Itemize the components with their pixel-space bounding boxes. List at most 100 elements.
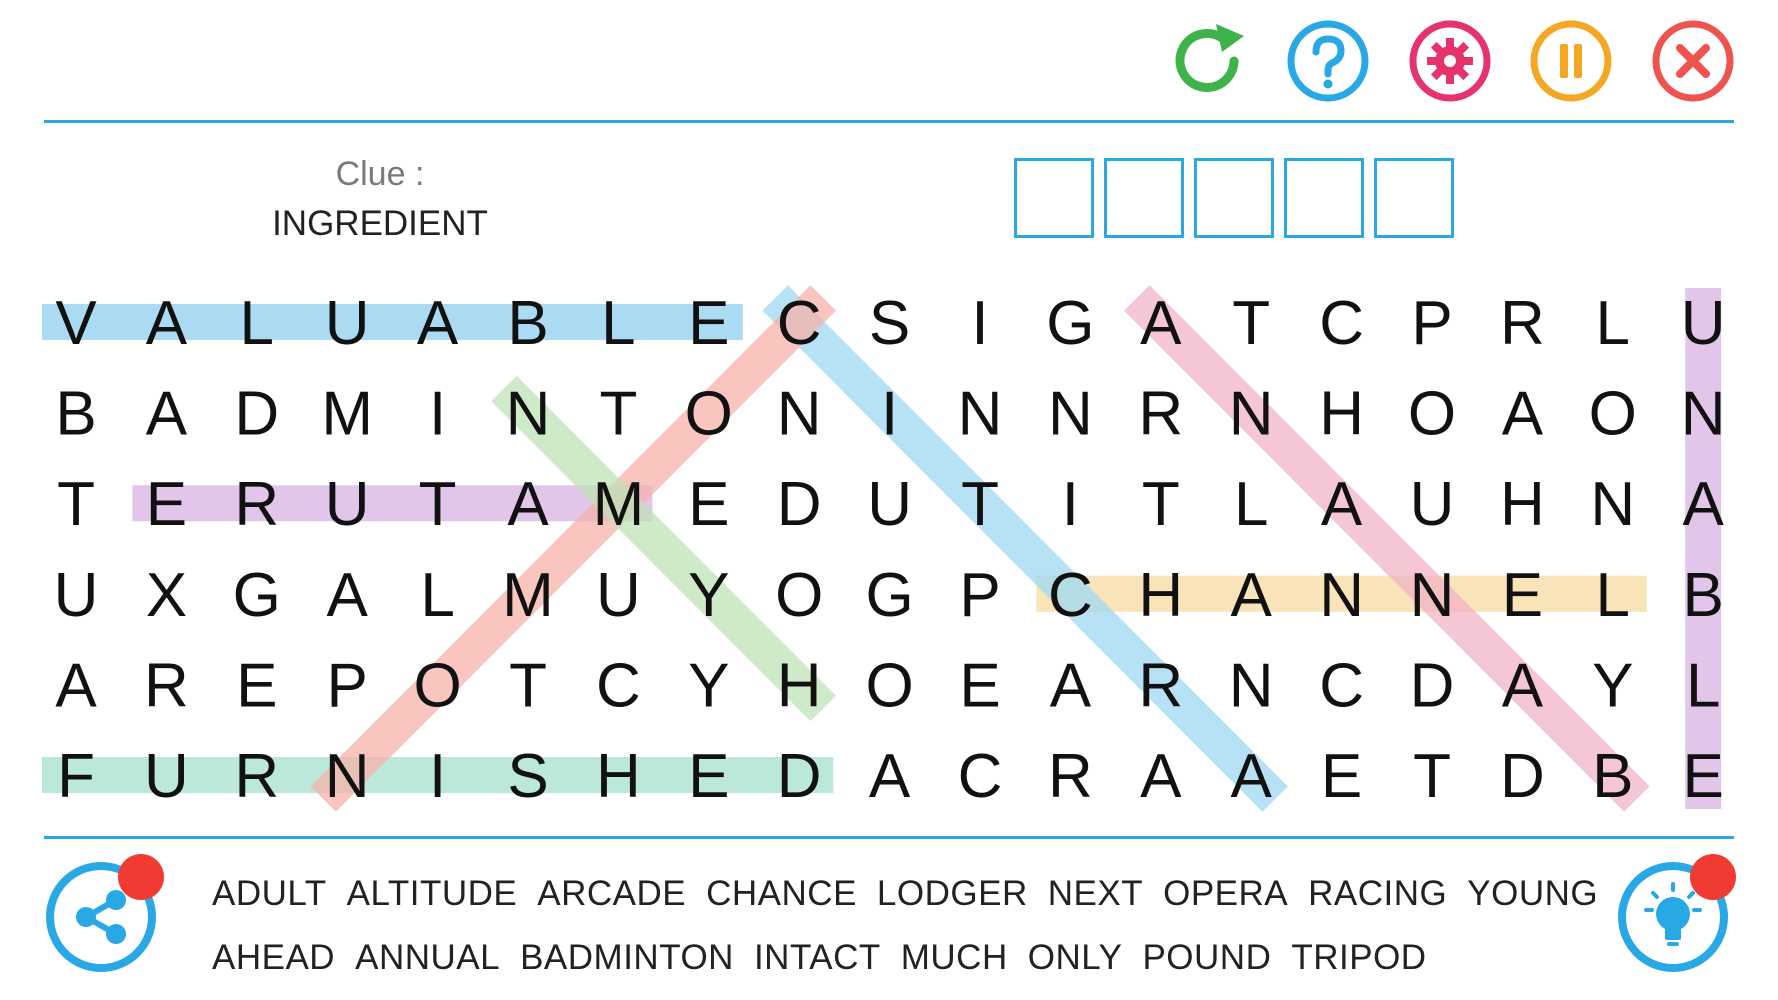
grid-letter[interactable]: H bbox=[1500, 470, 1545, 539]
grid-letter[interactable]: I bbox=[971, 289, 988, 358]
grid-letter[interactable]: T bbox=[419, 470, 457, 539]
grid-letter[interactable]: X bbox=[146, 561, 187, 630]
grid-letter[interactable]: A bbox=[1502, 380, 1544, 449]
grid-letter[interactable]: U bbox=[1410, 470, 1455, 539]
grid-letter[interactable]: I bbox=[881, 380, 898, 449]
grid-letter[interactable]: O bbox=[685, 380, 733, 449]
grid-letter[interactable]: P bbox=[1411, 289, 1452, 358]
grid-letter[interactable]: E bbox=[1321, 742, 1362, 811]
grid-letter[interactable]: C bbox=[1319, 651, 1364, 720]
grid-letter[interactable]: P bbox=[959, 561, 1000, 630]
grid-letter[interactable]: S bbox=[869, 289, 910, 358]
grid-letter[interactable]: V bbox=[55, 289, 97, 358]
grid-letter[interactable]: E bbox=[1683, 742, 1724, 811]
grid-letter[interactable]: U bbox=[325, 470, 370, 539]
grid-letter[interactable]: N bbox=[958, 380, 1003, 449]
grid-letter[interactable]: C bbox=[958, 742, 1003, 811]
grid-letter[interactable]: I bbox=[429, 380, 446, 449]
grid-letter[interactable]: N bbox=[777, 380, 822, 449]
grid-letter[interactable]: A bbox=[417, 289, 459, 358]
grid-letter[interactable]: T bbox=[1142, 470, 1180, 539]
grid-letter[interactable]: N bbox=[1048, 380, 1093, 449]
help-button[interactable] bbox=[1285, 18, 1371, 104]
grid-letter[interactable]: P bbox=[327, 651, 368, 720]
grid-letter[interactable]: H bbox=[1319, 380, 1364, 449]
pause-button[interactable] bbox=[1528, 18, 1614, 104]
grid-letter[interactable]: M bbox=[321, 380, 373, 449]
grid-letter[interactable]: L bbox=[601, 289, 635, 358]
grid-letter[interactable]: R bbox=[1138, 651, 1183, 720]
grid-letter[interactable]: N bbox=[1681, 380, 1726, 449]
grid-letter[interactable]: B bbox=[1683, 561, 1724, 630]
grid-letter[interactable]: N bbox=[1590, 470, 1635, 539]
grid-letter[interactable]: E bbox=[1502, 561, 1543, 630]
grid-letter[interactable]: R bbox=[1138, 380, 1183, 449]
grid-letter[interactable]: A bbox=[146, 380, 188, 449]
grid-letter[interactable]: U bbox=[1681, 289, 1726, 358]
letter-grid[interactable]: VALUABLECSIGATCPRLUBADMINTONINNRNHOAONTE… bbox=[0, 250, 1778, 830]
grid-letter[interactable]: A bbox=[1231, 742, 1273, 811]
grid-letter[interactable]: C bbox=[596, 651, 641, 720]
grid-letter[interactable]: D bbox=[234, 380, 279, 449]
grid-letter[interactable]: U bbox=[596, 561, 641, 630]
grid-letter[interactable]: U bbox=[325, 289, 370, 358]
settings-button[interactable] bbox=[1407, 18, 1493, 104]
grid-letter[interactable]: E bbox=[688, 742, 729, 811]
grid-letter[interactable]: A bbox=[1683, 470, 1725, 539]
grid-letter[interactable]: O bbox=[1408, 380, 1456, 449]
grid-letter[interactable]: D bbox=[777, 470, 822, 539]
grid-letter[interactable]: N bbox=[1229, 380, 1274, 449]
grid-letter[interactable]: L bbox=[1596, 289, 1630, 358]
grid-letter[interactable]: O bbox=[865, 651, 913, 720]
grid-letter[interactable]: A bbox=[1502, 651, 1544, 720]
grid-letter[interactable]: E bbox=[688, 470, 729, 539]
grid-letter[interactable]: A bbox=[146, 289, 188, 358]
grid-letter[interactable]: A bbox=[1050, 651, 1092, 720]
grid-letter[interactable]: T bbox=[509, 651, 547, 720]
grid-letter[interactable]: H bbox=[777, 651, 822, 720]
grid-letter[interactable]: T bbox=[1413, 742, 1451, 811]
grid-letter[interactable]: T bbox=[57, 470, 95, 539]
grid-letter[interactable]: L bbox=[420, 561, 454, 630]
grid-letter[interactable]: U bbox=[867, 470, 912, 539]
grid-letter[interactable]: T bbox=[599, 380, 637, 449]
letter-grid-canvas[interactable]: V A L U A B L E C S I G A T C P R L UB A D M I N T O N I N N R N H O A O NT E… bbox=[0, 250, 1778, 830]
grid-letter[interactable]: R bbox=[1500, 289, 1545, 358]
grid-letter[interactable]: R bbox=[234, 742, 279, 811]
grid-letter[interactable]: E bbox=[959, 651, 1000, 720]
grid-letter[interactable]: O bbox=[413, 651, 461, 720]
grid-letter[interactable]: O bbox=[775, 561, 823, 630]
grid-letter[interactable]: Y bbox=[688, 561, 729, 630]
grid-letter[interactable]: E bbox=[146, 470, 187, 539]
grid-letter[interactable]: I bbox=[1062, 470, 1079, 539]
grid-letter[interactable]: B bbox=[1592, 742, 1633, 811]
grid-letter[interactable]: A bbox=[507, 470, 549, 539]
grid-letter[interactable]: L bbox=[240, 289, 274, 358]
grid-letter[interactable]: N bbox=[1319, 561, 1364, 630]
grid-letter[interactable]: A bbox=[1321, 470, 1363, 539]
grid-letter[interactable]: A bbox=[1231, 561, 1273, 630]
grid-letter[interactable]: G bbox=[233, 561, 281, 630]
grid-letter[interactable]: B bbox=[55, 380, 96, 449]
grid-letter[interactable]: C bbox=[1048, 561, 1093, 630]
grid-letter[interactable]: G bbox=[1046, 289, 1094, 358]
grid-letter[interactable]: D bbox=[777, 742, 822, 811]
grid-letter[interactable]: D bbox=[1500, 742, 1545, 811]
grid-letter[interactable]: G bbox=[865, 561, 913, 630]
grid-letter[interactable]: N bbox=[1229, 651, 1274, 720]
grid-letter[interactable]: A bbox=[1140, 289, 1182, 358]
grid-letter[interactable]: L bbox=[1234, 470, 1268, 539]
grid-letter[interactable]: A bbox=[1140, 742, 1182, 811]
close-button[interactable] bbox=[1650, 18, 1736, 104]
grid-letter[interactable]: H bbox=[1138, 561, 1183, 630]
grid-letter[interactable]: T bbox=[1232, 289, 1270, 358]
grid-letter[interactable]: U bbox=[54, 561, 99, 630]
grid-letter[interactable]: Y bbox=[688, 651, 729, 720]
grid-letter[interactable]: I bbox=[429, 742, 446, 811]
grid-letter[interactable]: C bbox=[777, 289, 822, 358]
grid-letter[interactable]: U bbox=[144, 742, 189, 811]
grid-letter[interactable]: M bbox=[502, 561, 554, 630]
grid-letter[interactable]: M bbox=[593, 470, 645, 539]
grid-letter[interactable]: C bbox=[1319, 289, 1364, 358]
grid-letter[interactable]: R bbox=[234, 470, 279, 539]
